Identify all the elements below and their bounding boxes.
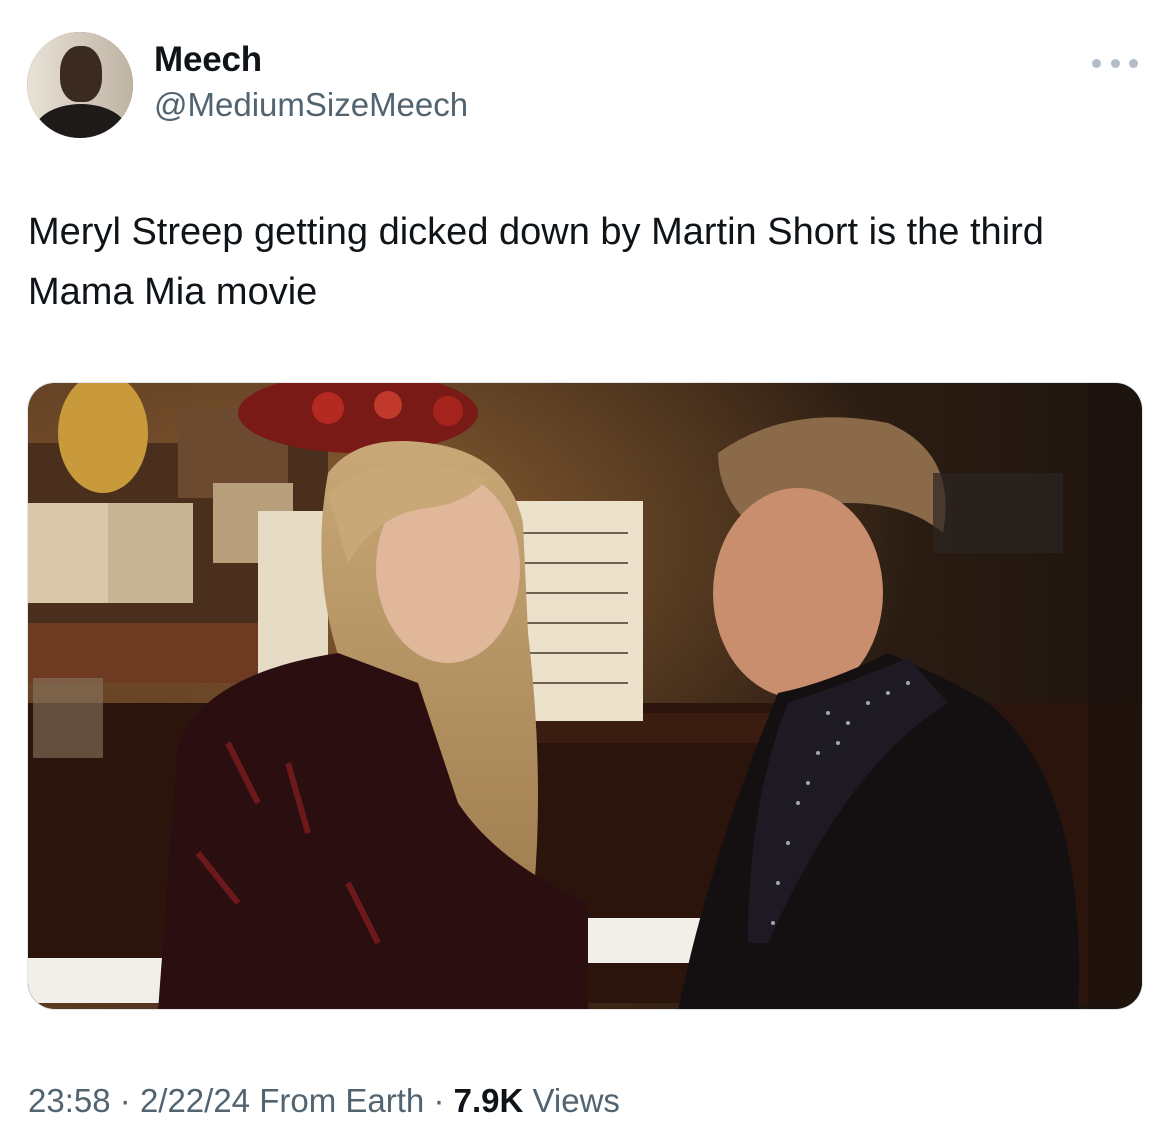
avatar-head — [60, 46, 102, 102]
photo-illustration — [28, 383, 1142, 1009]
author-handle[interactable]: @MediumSizeMeech — [154, 86, 468, 124]
avatar[interactable] — [27, 32, 133, 138]
views-count: 7.9K — [453, 1082, 524, 1119]
more-dot — [1129, 58, 1138, 68]
meta-separator: · — [433, 1082, 445, 1119]
more-dot — [1110, 58, 1120, 68]
tweet-meta: 23:58 · 2/22/24 From Earth · 7.9K Views — [28, 1082, 620, 1120]
tweet-photo[interactable] — [27, 382, 1143, 1010]
tweet-time[interactable]: 23:58 — [28, 1082, 111, 1119]
author-display-name[interactable]: Meech — [154, 40, 262, 80]
tweet-source: From Earth — [259, 1082, 425, 1119]
more-options-icon[interactable] — [1092, 50, 1138, 76]
meta-separator: · — [119, 1082, 131, 1119]
views-label: Views — [532, 1082, 620, 1119]
tweet-text: Meryl Streep getting dicked down by Mart… — [28, 211, 1044, 313]
tweet-date[interactable]: 2/22/24 — [140, 1082, 250, 1119]
more-dot — [1092, 58, 1101, 68]
